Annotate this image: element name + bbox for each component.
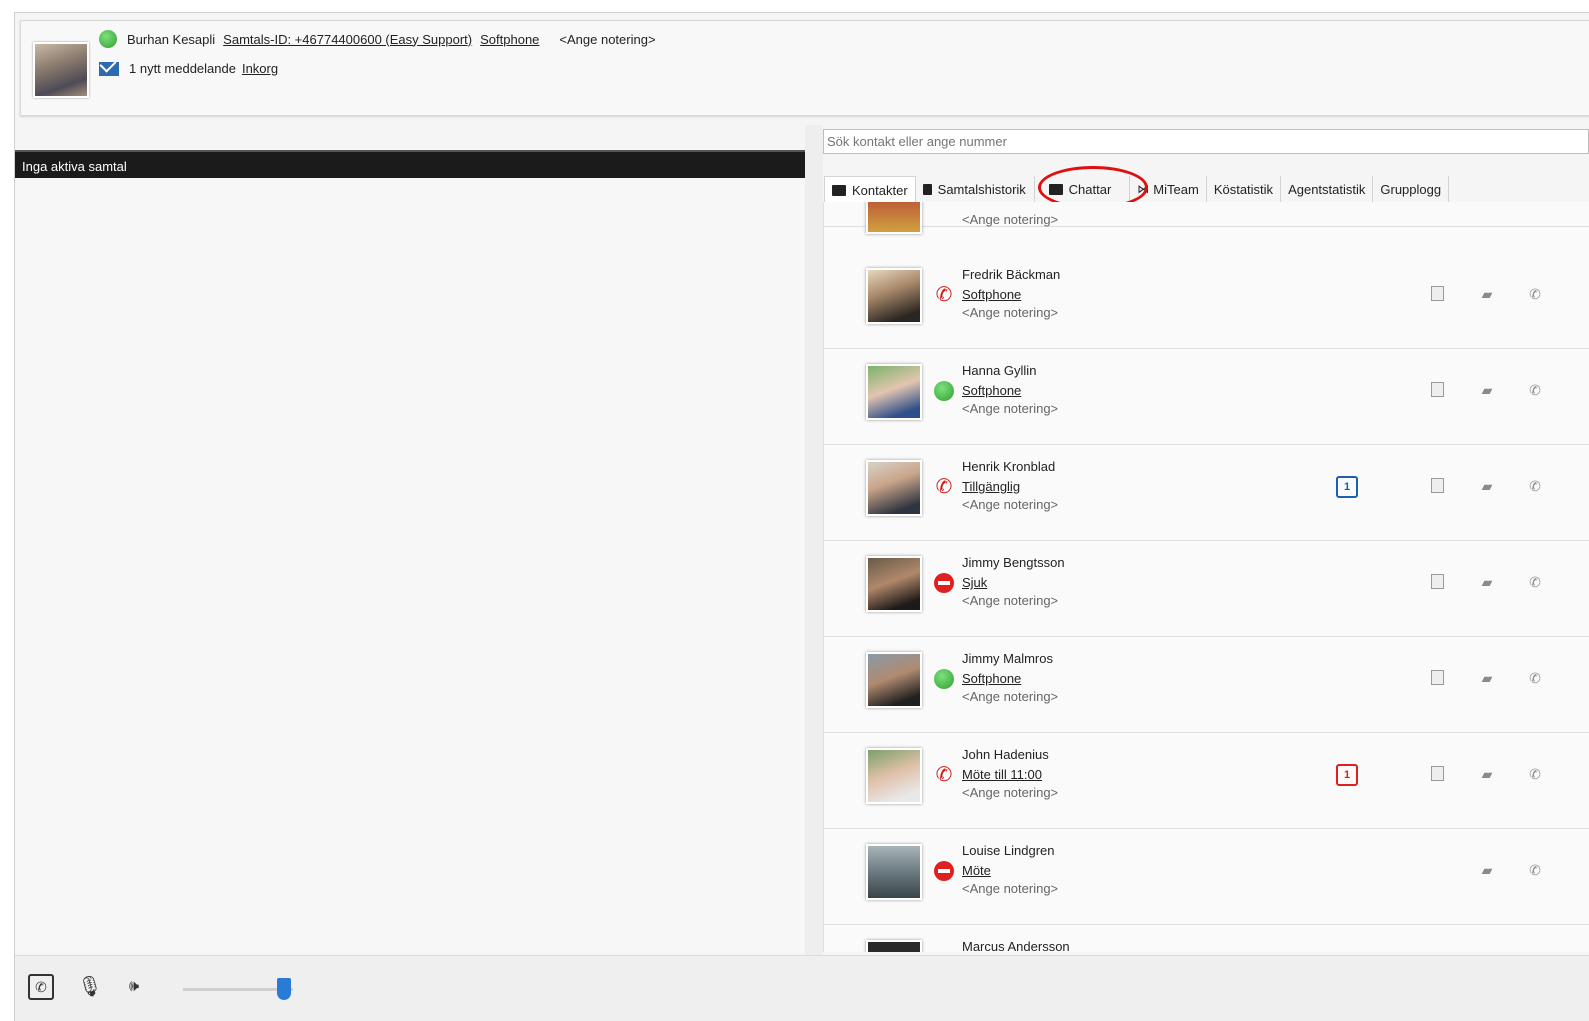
- tab-kontakter[interactable]: Kontakter: [824, 176, 916, 203]
- do-not-disturb-icon: [934, 861, 954, 881]
- calendar-badge-icon[interactable]: 1: [1336, 764, 1358, 786]
- active-calls-bar: Inga aktiva samtal: [15, 150, 805, 178]
- inbox-link[interactable]: Inkorg: [242, 61, 278, 76]
- user-name: Burhan Kesapli: [127, 31, 216, 47]
- list-item[interactable]: Jimmy Malmros Softphone <Ange notering> …: [824, 636, 1589, 733]
- contact-photo: [866, 364, 922, 420]
- search-input[interactable]: [823, 129, 1589, 154]
- note-field[interactable]: <Ange notering>: [559, 32, 655, 47]
- contact-photo: [866, 844, 922, 900]
- contact-photo: [866, 268, 922, 324]
- messages-text: 1 nytt meddelande: [129, 61, 236, 76]
- call-icon[interactable]: ✆: [1527, 766, 1543, 782]
- contact-name: Louise Lindgren: [962, 843, 1055, 858]
- headset-volume-icon[interactable]: 🕪: [121, 974, 147, 1000]
- contact-name: John Hadenius: [962, 747, 1049, 762]
- audio-controls-bar: ✆ 🎙 🕪: [15, 955, 1589, 1021]
- dialpad-icon[interactable]: ✆: [28, 974, 54, 1000]
- chat-icon[interactable]: ▰: [1479, 286, 1495, 302]
- contact-photo: [866, 202, 922, 234]
- available-status-icon: [934, 669, 954, 689]
- call-icon[interactable]: ✆: [1527, 670, 1543, 686]
- contact-name: Jimmy Bengtsson: [962, 555, 1065, 570]
- note-icon[interactable]: [1431, 766, 1444, 781]
- list-item[interactable]: Hanna Gyllin Softphone <Ange notering> ▰…: [824, 348, 1589, 445]
- mail-icon: [99, 61, 119, 76]
- list-item[interactable]: ✆ John Hadenius Möte till 11:00 <Ange no…: [824, 732, 1589, 829]
- calls-area: [15, 178, 805, 953]
- contact-name: Jimmy Malmros: [962, 651, 1053, 666]
- note-icon[interactable]: [1431, 478, 1444, 493]
- note-icon[interactable]: [1431, 670, 1444, 685]
- call-icon[interactable]: ✆: [1527, 286, 1543, 302]
- available-status-icon: [934, 381, 954, 401]
- on-call-icon: ✆: [935, 476, 953, 498]
- contact-note[interactable]: <Ange notering>: [962, 881, 1058, 896]
- contact-name: Henrik Kronblad: [962, 459, 1056, 474]
- contact-list: <Ange notering> ✆ Fredrik Bäckman Softph…: [823, 202, 1589, 952]
- contact-note[interactable]: <Ange notering>: [962, 305, 1058, 320]
- contact-status-link[interactable]: Möte till 11:00: [962, 767, 1042, 782]
- contact-photo: [866, 940, 922, 952]
- call-history-icon: [922, 183, 932, 195]
- call-icon[interactable]: ✆: [1527, 478, 1543, 494]
- tab-agentstatistik[interactable]: Agentstatistik: [1281, 176, 1374, 202]
- contact-note[interactable]: <Ange notering>: [962, 401, 1058, 416]
- list-item[interactable]: ✆ Fredrik Bäckman Softphone <Ange noteri…: [824, 252, 1589, 349]
- contact-note[interactable]: <Ange notering>: [962, 212, 1058, 227]
- contact-note[interactable]: <Ange notering>: [962, 785, 1058, 800]
- list-item[interactable]: Marcus Andersson: [824, 924, 1589, 952]
- device-link[interactable]: Softphone: [480, 32, 539, 47]
- list-item[interactable]: <Ange notering>: [824, 202, 1589, 234]
- contact-photo: [866, 748, 922, 804]
- volume-slider-thumb[interactable]: [277, 978, 291, 1000]
- contact-name: Fredrik Bäckman: [962, 267, 1061, 282]
- list-item[interactable]: Jimmy Bengtsson Sjuk <Ange notering> ▰ ✆: [824, 540, 1589, 637]
- user-header: Burhan Kesapli Samtals-ID: +46774400600 …: [20, 20, 1589, 116]
- chat-icon[interactable]: ▰: [1479, 766, 1495, 782]
- call-icon[interactable]: ✆: [1527, 574, 1543, 590]
- contact-note[interactable]: <Ange notering>: [962, 689, 1058, 704]
- calendar-badge-icon[interactable]: 1: [1336, 476, 1358, 498]
- contact-name: Hanna Gyllin: [962, 363, 1037, 378]
- contact-status-link[interactable]: Softphone: [962, 287, 1021, 302]
- contact-note[interactable]: <Ange notering>: [962, 497, 1058, 512]
- on-call-icon: ✆: [935, 284, 953, 306]
- list-item[interactable]: Louise Lindgren Möte <Ange notering> ▰ ✆: [824, 828, 1589, 925]
- contact-photo: [866, 460, 922, 516]
- note-icon[interactable]: [1431, 574, 1444, 589]
- avatar[interactable]: [33, 42, 89, 98]
- do-not-disturb-icon: [934, 573, 954, 593]
- pane-divider[interactable]: [805, 125, 823, 955]
- note-icon[interactable]: [1431, 382, 1444, 397]
- chat-icon[interactable]: ▰: [1479, 670, 1495, 686]
- tab-grupplogg[interactable]: Grupplogg: [1373, 176, 1450, 202]
- contact-photo: [866, 652, 922, 708]
- tab-samtalshistorik[interactable]: Samtalshistorik: [916, 176, 1035, 202]
- chat-icon[interactable]: ▰: [1479, 382, 1495, 398]
- call-icon[interactable]: ✆: [1527, 862, 1543, 878]
- contacts-icon: [832, 184, 846, 196]
- note-icon[interactable]: [1431, 286, 1444, 301]
- contact-status-link[interactable]: Softphone: [962, 671, 1021, 686]
- contact-note[interactable]: <Ange notering>: [962, 593, 1058, 608]
- chat-icon[interactable]: ▰: [1479, 478, 1495, 494]
- microphone-icon[interactable]: 🎙: [77, 974, 103, 1000]
- list-item[interactable]: ✆ Henrik Kronblad Tillgänglig <Ange note…: [824, 444, 1589, 541]
- contact-status-link[interactable]: Sjuk: [962, 575, 987, 590]
- on-call-icon: ✆: [935, 764, 953, 786]
- contact-name: Marcus Andersson: [962, 939, 1070, 952]
- call-id-link[interactable]: Samtals-ID: +46774400600 (Easy Support): [223, 32, 472, 47]
- contact-status-link[interactable]: Softphone: [962, 383, 1021, 398]
- contact-photo: [866, 556, 922, 612]
- tab-kostatistik[interactable]: Köstatistik: [1207, 176, 1282, 202]
- contact-status-link[interactable]: Möte: [962, 863, 991, 878]
- chat-icon[interactable]: ▰: [1479, 862, 1495, 878]
- presence-status-icon[interactable]: [99, 30, 117, 48]
- chat-icon[interactable]: ▰: [1479, 574, 1495, 590]
- call-icon[interactable]: ✆: [1527, 382, 1543, 398]
- contact-status-link[interactable]: Tillgänglig: [962, 479, 1020, 494]
